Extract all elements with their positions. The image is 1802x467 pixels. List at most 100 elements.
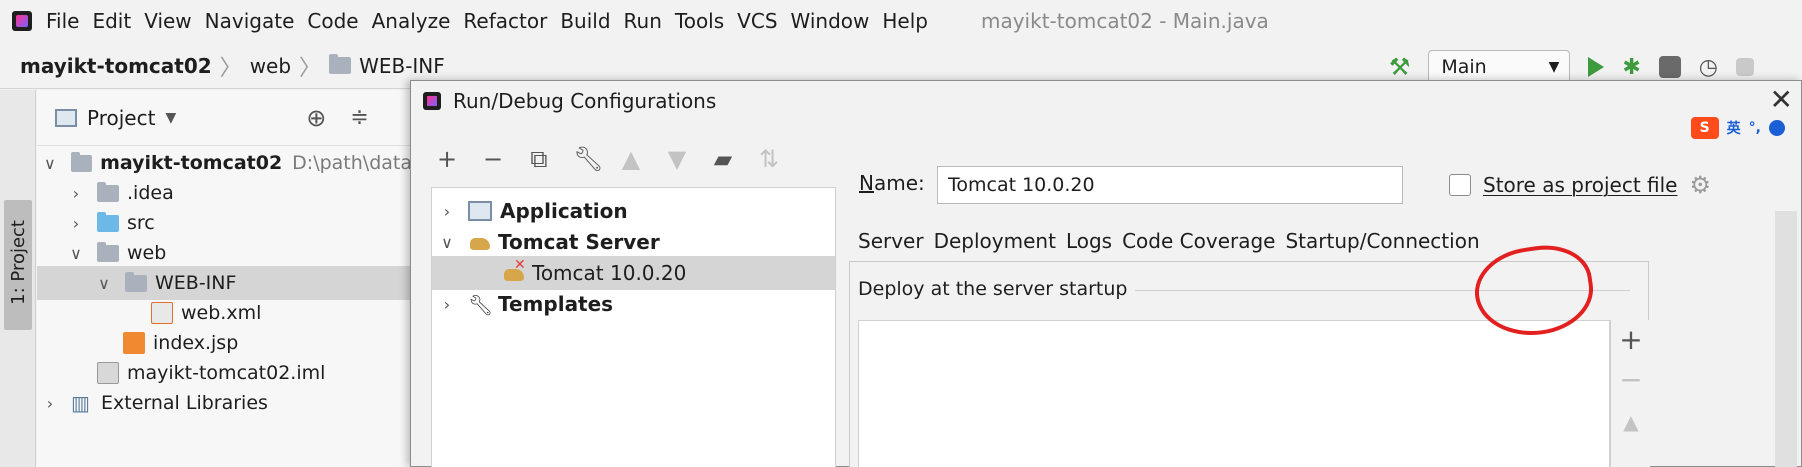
libraries-icon: ▥ — [71, 391, 90, 415]
tree-item-label: External Libraries — [101, 392, 268, 414]
coverage-icon[interactable] — [1658, 56, 1681, 78]
tree-item-web-inf[interactable]: ∨ WEB-INF — [37, 266, 412, 300]
scrollbar[interactable] — [1775, 211, 1797, 467]
store-as-project-file-checkbox[interactable] — [1449, 174, 1471, 196]
tree-item-index-jsp[interactable]: index.jsp — [37, 326, 412, 360]
new-folder-icon[interactable]: ▰ — [711, 147, 735, 171]
intellij-logo-icon — [423, 92, 441, 110]
menu-tools[interactable]: Tools — [675, 9, 724, 33]
tab-startup-connection[interactable]: Startup/Connection — [1280, 221, 1484, 266]
menu-code[interactable]: Code — [307, 9, 358, 33]
move-up-button[interactable]: ▲ — [1611, 404, 1651, 440]
edit-defaults-wrench-icon[interactable]: 🔧︎ — [573, 147, 603, 171]
name-label: Name: — [859, 171, 925, 195]
tree-item-label: src — [127, 212, 155, 234]
chevron-right-icon[interactable]: › — [69, 214, 83, 233]
menu-view[interactable]: View — [144, 9, 191, 33]
chevron-down-icon[interactable]: ∨ — [43, 154, 57, 173]
tree-item-application[interactable]: › Application — [432, 194, 835, 228]
tree-item-label: web — [127, 242, 167, 264]
tree-item-web-xml[interactable]: web.xml — [37, 296, 412, 330]
remove-artifact-button[interactable]: − — [1611, 362, 1651, 398]
locate-target-icon[interactable]: ⊕ — [306, 104, 326, 132]
run-icon[interactable] — [1588, 57, 1605, 77]
build-hammer-icon[interactable]: ⚒ — [1389, 53, 1411, 81]
chevron-down-icon[interactable]: ▼ — [165, 110, 176, 126]
breadcrumb-web[interactable]: web — [250, 54, 291, 78]
tree-item-web[interactable]: ∨ web — [37, 236, 412, 270]
project-panel: Project ▼ ⊕ ≑ ∨ mayikt-tomcat02 D:\path\… — [37, 90, 412, 467]
copy-icon[interactable]: ⧉ — [527, 147, 551, 171]
store-as-project-file-label: Store as project file — [1483, 173, 1678, 197]
menu-file[interactable]: File — [46, 9, 79, 33]
chevron-right-icon[interactable]: › — [440, 202, 454, 221]
menu-window[interactable]: Window — [791, 9, 870, 33]
menu-edit[interactable]: Edit — [92, 9, 131, 33]
move-up-icon[interactable]: ▲ — [619, 147, 643, 171]
tree-item-label: Templates — [498, 292, 614, 316]
tree-item-idea[interactable]: › .idea — [37, 176, 412, 210]
menu-refactor[interactable]: Refactor — [463, 9, 547, 33]
module-folder-icon — [70, 151, 93, 172]
chevron-right-icon[interactable]: › — [440, 295, 454, 314]
menu-run[interactable]: Run — [624, 9, 662, 33]
deployment-list-toolbar: + − ▲ — [1610, 320, 1650, 467]
breadcrumb-project[interactable]: mayikt-tomcat02 — [20, 54, 212, 78]
deployment-artifacts-list[interactable] — [858, 320, 1610, 467]
debug-bug-icon[interactable]: ✱ — [1622, 55, 1640, 80]
tree-item-templates[interactable]: › 🔧︎ Templates — [432, 287, 835, 321]
tab-server[interactable]: Server — [853, 221, 929, 266]
breadcrumb-web-inf[interactable]: WEB-INF — [329, 54, 445, 78]
gear-icon[interactable]: ⚙ — [1689, 171, 1711, 199]
chevron-right-icon[interactable]: › — [69, 184, 83, 203]
breadcrumb-web-inf-label: WEB-INF — [359, 53, 445, 78]
chevron-down-icon[interactable]: ∨ — [97, 274, 111, 293]
tree-item-tomcat-10[interactable]: Tomcat 10.0.20 — [432, 256, 835, 290]
chevron-down-icon[interactable]: ∨ — [69, 244, 83, 263]
menu-analyze[interactable]: Analyze — [372, 9, 451, 33]
tree-item-src[interactable]: › src — [37, 206, 412, 240]
menu-navigate[interactable]: Navigate — [205, 9, 295, 33]
dialog-title-bar: Run/Debug Configurations — [423, 89, 716, 113]
folder-icon — [125, 271, 147, 292]
store-as-project-file[interactable]: Store as project file ⚙ — [1449, 171, 1711, 199]
sort-icon[interactable]: ⇅ — [757, 147, 781, 171]
web-folder-icon — [97, 241, 119, 262]
profiler-icon[interactable]: ◷ — [1699, 55, 1718, 80]
configuration-tabs: Server Deployment Logs Code Coverage Sta… — [853, 221, 1485, 266]
tab-deployment[interactable]: Deployment — [928, 221, 1061, 266]
tab-logs[interactable]: Logs — [1061, 221, 1117, 266]
chevron-right-icon[interactable]: › — [43, 394, 57, 413]
configurations-toolbar: + − ⧉ 🔧︎ ▲ ▼ ▰ ⇅ — [435, 147, 781, 171]
breadcrumb-separator-icon: 〉 — [219, 55, 242, 81]
tree-item-iml[interactable]: mayikt-tomcat02.iml — [37, 356, 412, 390]
stop-icon[interactable] — [1736, 58, 1754, 76]
tool-window-strip: 1: Project — [0, 90, 36, 467]
add-artifact-button[interactable]: + — [1611, 322, 1651, 358]
breadcrumb-separator-icon: 〉 — [299, 55, 322, 81]
tree-item-project-root[interactable]: ∨ mayikt-tomcat02 D:\path\data — [37, 146, 412, 180]
tree-item-tomcat-server[interactable]: ∨ Tomcat Server — [432, 225, 835, 259]
name-input[interactable] — [937, 166, 1403, 204]
tomcat-error-icon — [502, 257, 526, 283]
breadcrumb-project-label: mayikt-tomcat02 — [20, 53, 212, 78]
run-configuration-select[interactable]: Main ▼ — [1428, 50, 1571, 84]
add-icon[interactable]: + — [435, 147, 459, 171]
menu-help[interactable]: Help — [882, 9, 928, 33]
tree-item-label: WEB-INF — [155, 272, 237, 294]
menu-vcs[interactable]: VCS — [737, 9, 777, 33]
menu-build[interactable]: Build — [560, 9, 610, 33]
project-tool-tab[interactable]: 1: Project — [4, 200, 32, 330]
tree-item-label: .idea — [127, 182, 174, 204]
project-panel-title[interactable]: Project — [87, 106, 155, 130]
collapse-all-icon[interactable]: ≑ — [350, 105, 368, 130]
close-icon[interactable]: ✕ — [1770, 83, 1793, 116]
move-down-icon[interactable]: ▼ — [665, 147, 689, 171]
tree-item-external-libraries[interactable]: › ▥ External Libraries — [37, 386, 412, 420]
tab-code-coverage[interactable]: Code Coverage — [1117, 221, 1280, 266]
remove-icon[interactable]: − — [481, 147, 505, 171]
run-debug-configurations-dialog: Run/Debug Configurations ✕ S 英 °, + − ⧉ … — [410, 80, 1802, 467]
tree-item-label: index.jsp — [153, 332, 239, 354]
chevron-down-icon[interactable]: ∨ — [440, 233, 454, 252]
source-folder-icon — [97, 211, 119, 232]
